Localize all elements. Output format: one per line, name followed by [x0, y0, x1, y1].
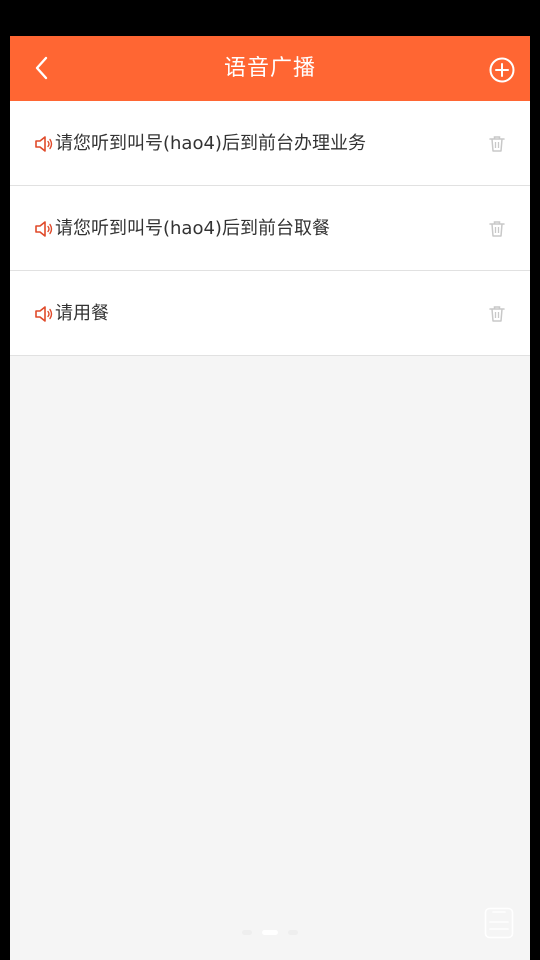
floating-clipboard-button[interactable]	[484, 907, 514, 939]
app-screen: 语音广播 请您听到叫号(hao4)后到前台办理业务 请您听到叫号(hao4)后到…	[10, 36, 530, 960]
page-indicator	[10, 930, 530, 935]
trash-icon	[489, 306, 505, 322]
status-bar	[0, 0, 540, 36]
broadcast-item[interactable]: 请用餐	[10, 271, 530, 356]
header-bar: 语音广播	[10, 36, 530, 101]
speaker-icon	[35, 306, 53, 322]
broadcast-item[interactable]: 请您听到叫号(hao4)后到前台取餐	[10, 186, 530, 271]
broadcast-list: 请您听到叫号(hao4)后到前台办理业务 请您听到叫号(hao4)后到前台取餐	[10, 101, 530, 356]
trash-icon	[489, 136, 505, 152]
delete-button[interactable]	[486, 303, 508, 325]
page-dot[interactable]	[242, 930, 252, 935]
add-broadcast-button[interactable]	[486, 54, 518, 86]
broadcast-text: 请用餐	[55, 303, 109, 324]
broadcast-text: 请您听到叫号(hao4)后到前台办理业务	[55, 133, 366, 154]
page-dot[interactable]	[288, 930, 298, 935]
broadcast-item[interactable]: 请您听到叫号(hao4)后到前台办理业务	[10, 101, 530, 186]
speaker-icon	[35, 136, 53, 152]
page-title: 语音广播	[223, 56, 316, 81]
trash-icon	[489, 221, 505, 237]
clipboard-icon	[484, 907, 514, 939]
page-dot-active[interactable]	[262, 930, 278, 935]
delete-button[interactable]	[486, 218, 508, 240]
speaker-icon	[35, 221, 53, 237]
broadcast-text: 请您听到叫号(hao4)后到前台取餐	[55, 218, 330, 239]
delete-button[interactable]	[486, 133, 508, 155]
plus-circle-icon	[489, 57, 515, 83]
